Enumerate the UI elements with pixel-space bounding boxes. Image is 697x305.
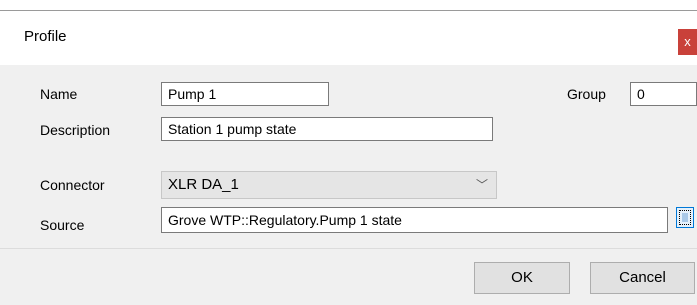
window-title: Profile [24,28,67,45]
source-input[interactable]: Grove WTP::Regulatory.Pump 1 state [161,207,668,233]
chevron-down-icon: ﹀ [475,178,488,192]
title-bar [0,11,697,65]
close-icon: x [684,34,691,49]
ok-button[interactable]: OK [474,262,570,294]
browse-button[interactable] [676,207,694,228]
connector-label: Connector [40,177,105,193]
name-input[interactable]: Pump 1 [161,82,329,106]
name-label: Name [40,86,78,102]
group-label: Group [567,86,606,102]
browse-icon [682,213,688,222]
group-input[interactable]: 0 [630,82,697,106]
connector-select[interactable]: XLR DA_1 ﹀ [161,171,497,199]
connector-selected-value: XLR DA_1 [168,176,239,193]
source-label: Source [40,217,85,233]
close-button[interactable]: x [678,29,697,55]
cancel-button[interactable]: Cancel [590,262,695,294]
footer-separator [0,248,697,249]
description-label: Description [40,122,111,138]
description-input[interactable]: Station 1 pump state [161,117,493,141]
